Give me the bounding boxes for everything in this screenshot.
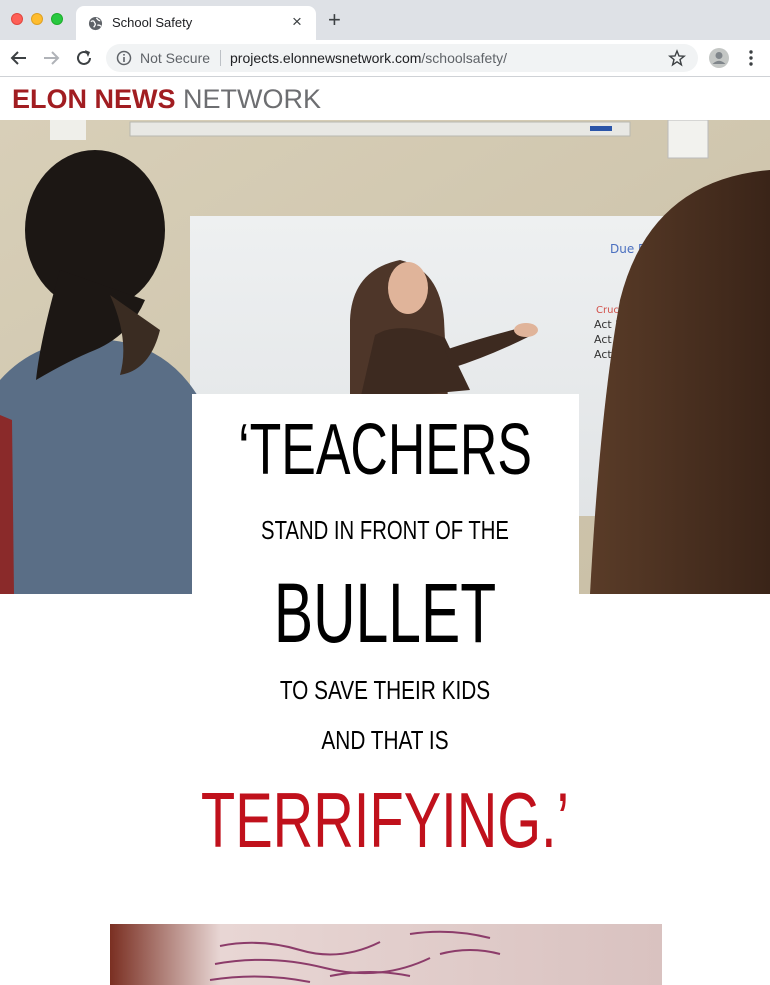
handwritten-note-photo xyxy=(110,924,662,985)
quote-line-2: STAND IN FRONT OF THE xyxy=(261,515,509,545)
browser-tab-active[interactable]: School Safety × xyxy=(76,6,316,40)
browser-tab-strip: School Safety × + xyxy=(0,0,770,40)
quote-line-3: BULLET xyxy=(273,566,497,660)
new-tab-button[interactable]: + xyxy=(328,8,341,32)
maximize-window-button[interactable] xyxy=(51,13,63,25)
close-window-button[interactable] xyxy=(11,13,23,25)
back-arrow-icon[interactable] xyxy=(8,47,30,69)
forward-arrow-icon[interactable] xyxy=(40,47,62,69)
bookmark-star-icon[interactable] xyxy=(668,49,686,67)
tab-title: School Safety xyxy=(112,15,193,30)
security-status-label: Not Secure xyxy=(140,50,211,66)
url-host: projects.elonnewsnetwork.com xyxy=(230,50,422,66)
logo-light-text: NETWORK xyxy=(175,84,322,114)
minimize-window-button[interactable] xyxy=(31,13,43,25)
note-image xyxy=(110,924,662,985)
url-path: /schoolsafety/ xyxy=(421,50,508,66)
reload-icon[interactable] xyxy=(73,47,95,69)
site-logo[interactable]: ELON NEWS NETWORK xyxy=(12,84,321,115)
quote-line-5: AND THAT IS xyxy=(321,725,449,755)
tab-close-icon[interactable]: × xyxy=(292,12,302,32)
logo-bold-text: ELON NEWS xyxy=(12,84,176,114)
quote-line-6: TERRIFYING.’ xyxy=(200,776,570,864)
address-separator xyxy=(220,50,221,66)
info-icon[interactable] xyxy=(116,50,132,66)
browser-toolbar: Not Secure projects.elonnewsnetwork.com/… xyxy=(0,40,770,77)
quote-line-4: TO SAVE THEIR KIDS xyxy=(279,675,491,705)
address-bar[interactable]: Not Secure projects.elonnewsnetwork.com/… xyxy=(106,44,698,72)
globe-icon xyxy=(88,16,103,31)
more-vert-icon[interactable] xyxy=(744,48,758,68)
site-header: ELON NEWS NETWORK xyxy=(0,78,770,120)
quote-line-1: ‘TEACHERS xyxy=(238,410,532,490)
profile-avatar-icon[interactable] xyxy=(708,47,730,69)
url-text[interactable]: projects.elonnewsnetwork.com/schoolsafet… xyxy=(230,50,507,66)
